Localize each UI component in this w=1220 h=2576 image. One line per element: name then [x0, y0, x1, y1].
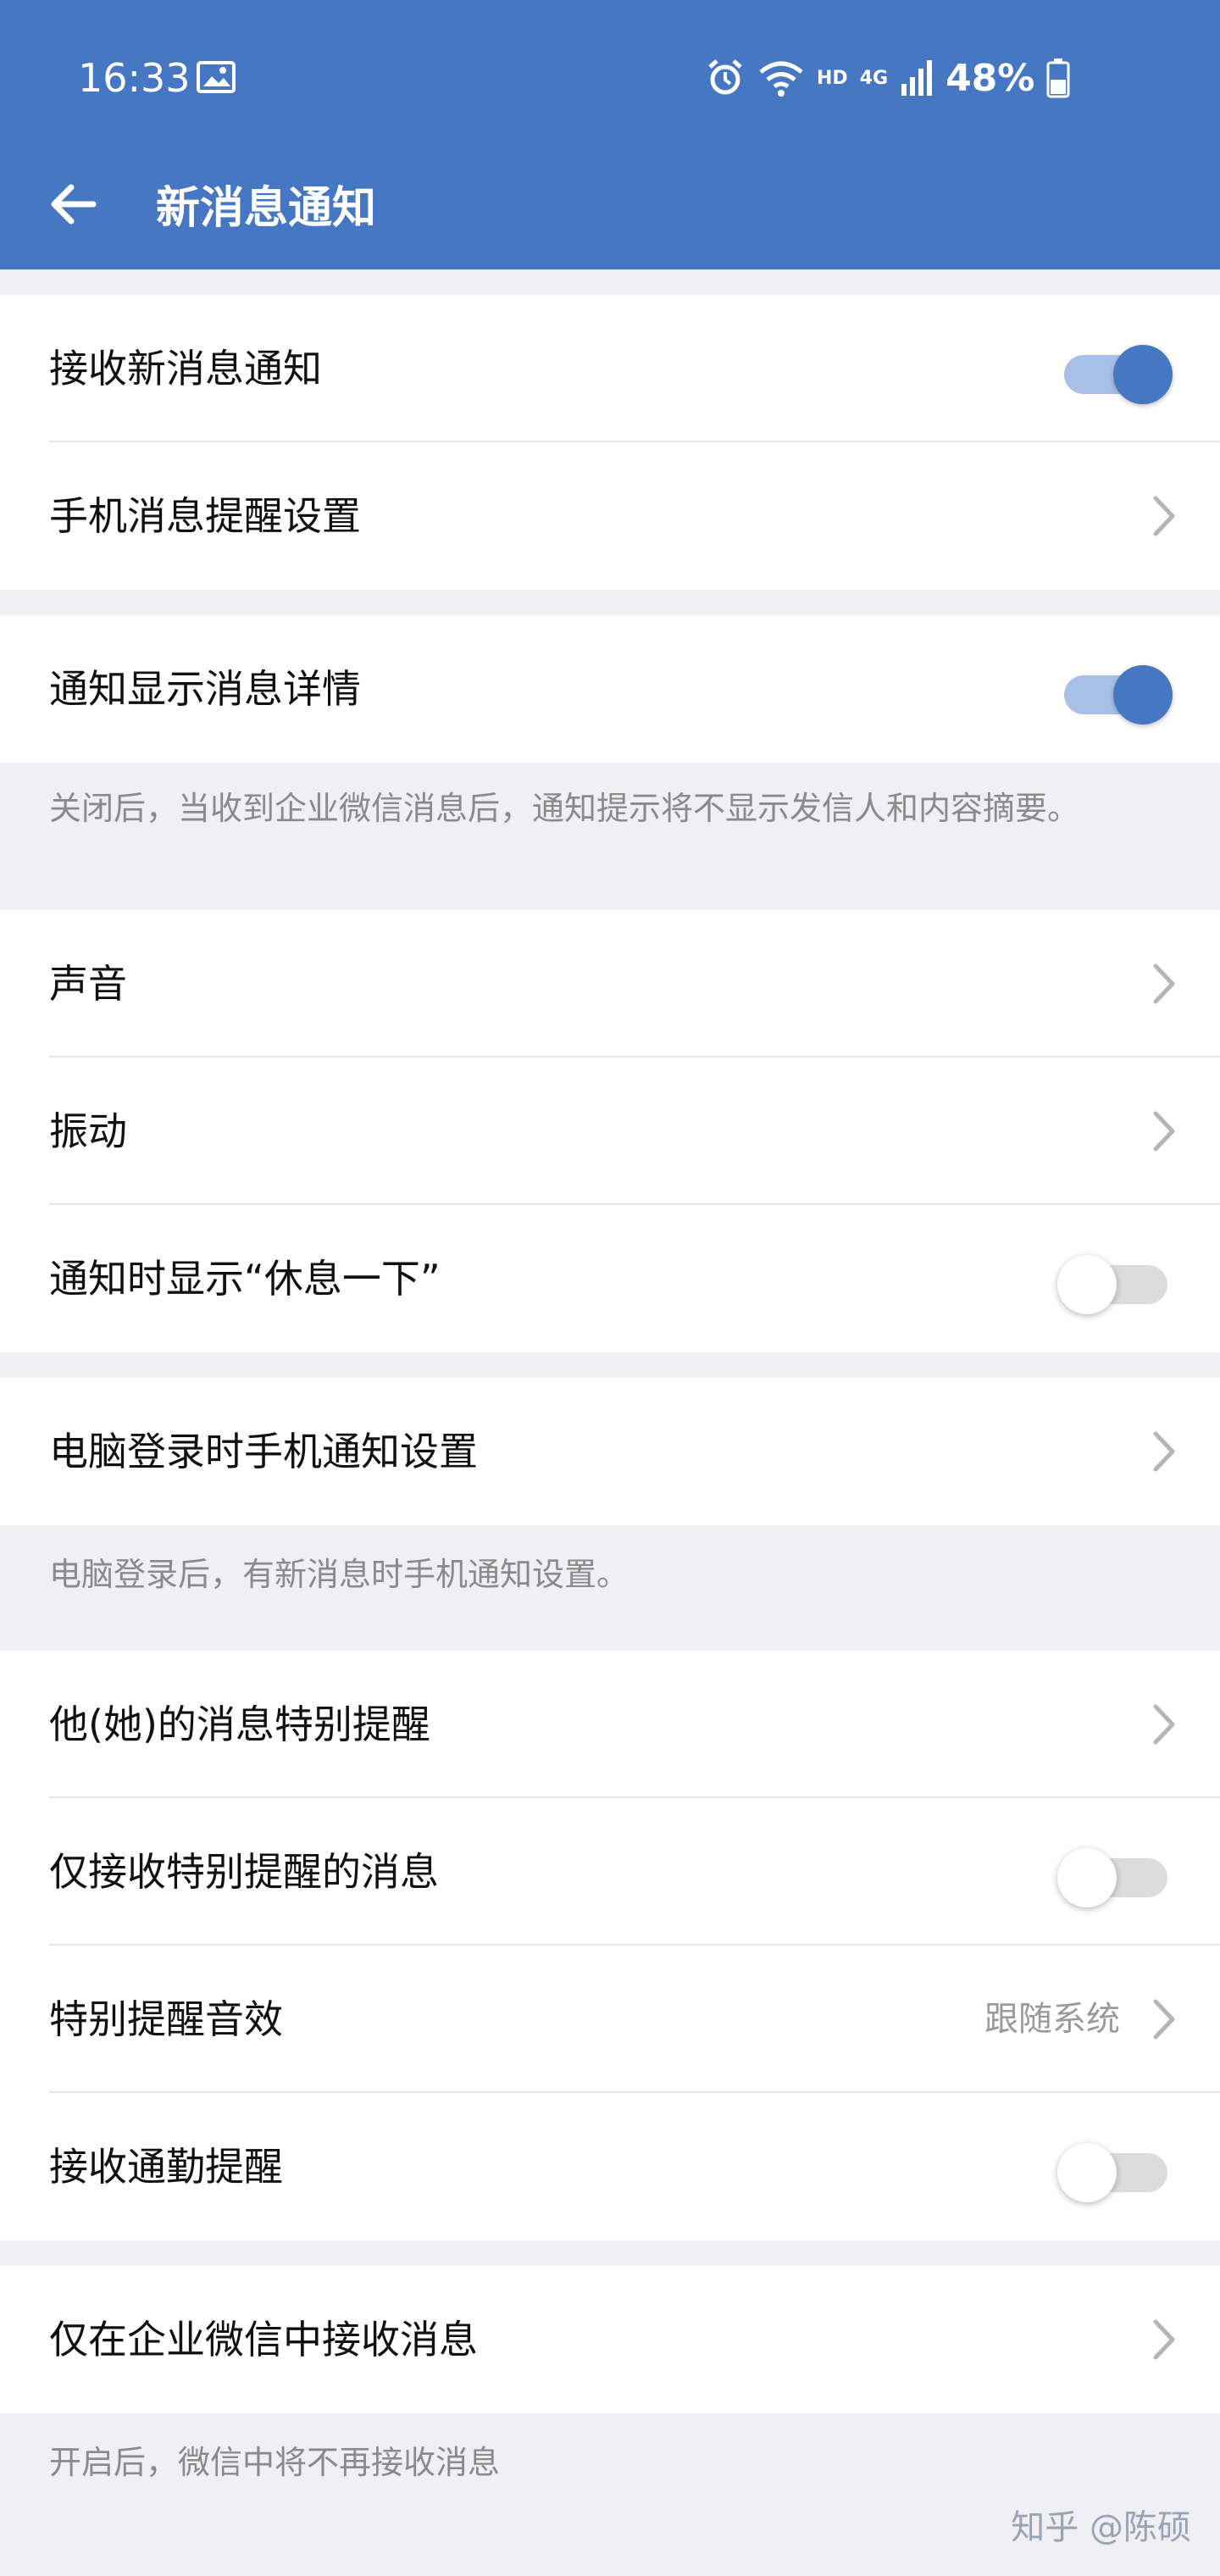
row-label: 他(她)的消息特别提醒: [49, 1702, 430, 1747]
settings-page: 16:33 HD 4G 48% 新消息通知 接收新消息通知 手机消息提醒设置 通…: [0, 0, 1220, 2576]
network-gen: 4G: [859, 67, 889, 89]
gallery-icon: [197, 61, 236, 93]
settings-row[interactable]: 仅在企业微信中接收消息: [0, 2266, 1220, 2413]
toggle-knob: [1057, 2143, 1117, 2202]
settings-row[interactable]: 电脑登录时手机通知设置: [0, 1378, 1220, 1525]
toggle-switch[interactable]: [1057, 1253, 1171, 1314]
chevron-right-icon: [1153, 1704, 1175, 1745]
settings-row[interactable]: 振动: [0, 1058, 1220, 1205]
row-label: 通知显示消息详情: [49, 666, 361, 712]
toggle-knob: [1113, 665, 1173, 724]
network-type: HD: [817, 67, 848, 89]
toggle-switch[interactable]: [1061, 663, 1173, 724]
battery-icon: [1046, 58, 1070, 98]
row-label: 接收通勤提醒: [49, 2144, 283, 2190]
settings-group: 接收新消息通知 手机消息提醒设置: [0, 295, 1220, 590]
toggle-knob: [1057, 1848, 1117, 1907]
status-icons: HD 4G 48%: [705, 53, 1070, 103]
settings-row[interactable]: 接收新消息通知: [0, 295, 1220, 442]
settings-group: 通知显示消息详情: [0, 615, 1220, 763]
settings-row[interactable]: 声音: [0, 910, 1220, 1058]
row-label: 接收新消息通知: [49, 346, 322, 391]
row-value: 跟随系统: [984, 2000, 1120, 2039]
chevron-right-icon: [1153, 496, 1175, 536]
settings-row[interactable]: 他(她)的消息特别提醒: [0, 1651, 1220, 1798]
section-note: 开启后，微信中将不再接收消息: [49, 2444, 501, 2481]
settings-group: 仅在企业微信中接收消息: [0, 2266, 1220, 2413]
settings-row[interactable]: 通知时显示“休息一下”: [0, 1205, 1220, 1352]
toggle-switch[interactable]: [1061, 343, 1173, 404]
section-note: 关闭后，当收到企业微信消息后，通知提示将不显示发信人和内容摘要。: [49, 790, 1080, 827]
row-label: 声音: [49, 961, 127, 1007]
settings-group: 他(她)的消息特别提醒 仅接收特别提醒的消息 特别提醒音效 跟随系统接收通勤提醒: [0, 1651, 1220, 2240]
wifi-icon: [759, 61, 803, 97]
toggle-knob: [1113, 345, 1173, 404]
settings-row[interactable]: 通知显示消息详情: [0, 615, 1220, 763]
row-label: 手机消息提醒设置: [49, 493, 361, 539]
back-arrow-icon[interactable]: [44, 175, 103, 234]
app-bar: 新消息通知: [0, 153, 1220, 269]
signal-icon: [901, 60, 933, 96]
row-label: 振动: [49, 1108, 127, 1154]
row-label: 仅在企业微信中接收消息: [49, 2317, 478, 2362]
status-bar: 16:33 HD 4G 48%: [0, 0, 1220, 153]
row-label: 通知时显示“休息一下”: [49, 1256, 441, 1302]
chevron-right-icon: [1153, 2319, 1175, 2360]
chevron-right-icon: [1153, 1999, 1175, 2040]
row-label: 仅接收特别提醒的消息: [49, 1849, 439, 1895]
section-note: 电脑登录后，有新消息时手机通知设置。: [49, 1556, 629, 1593]
settings-row[interactable]: 仅接收特别提醒的消息: [0, 1798, 1220, 1946]
watermark: 知乎 @陈硕: [1011, 2508, 1191, 2547]
row-label: 特别提醒音效: [49, 1996, 283, 2042]
settings-row[interactable]: 手机消息提醒设置: [0, 442, 1220, 590]
settings-row[interactable]: 特别提醒音效 跟随系统: [0, 1946, 1220, 2093]
settings-group: 声音振动通知时显示“休息一下”: [0, 910, 1220, 1352]
settings-row[interactable]: 接收通勤提醒: [0, 2093, 1220, 2240]
toggle-knob: [1057, 1255, 1117, 1314]
alarm-icon: [708, 59, 742, 95]
battery-level: 48%: [946, 56, 1035, 100]
row-label: 电脑登录时手机通知设置: [49, 1429, 478, 1474]
settings-group: 电脑登录时手机通知设置: [0, 1378, 1220, 1525]
toggle-switch[interactable]: [1057, 2141, 1171, 2202]
toggle-switch[interactable]: [1057, 1846, 1171, 1907]
chevron-right-icon: [1153, 1111, 1175, 1152]
chevron-right-icon: [1153, 1431, 1175, 1472]
status-time: 16:33: [78, 55, 191, 101]
chevron-right-icon: [1153, 963, 1175, 1004]
page-title: 新消息通知: [156, 183, 377, 234]
